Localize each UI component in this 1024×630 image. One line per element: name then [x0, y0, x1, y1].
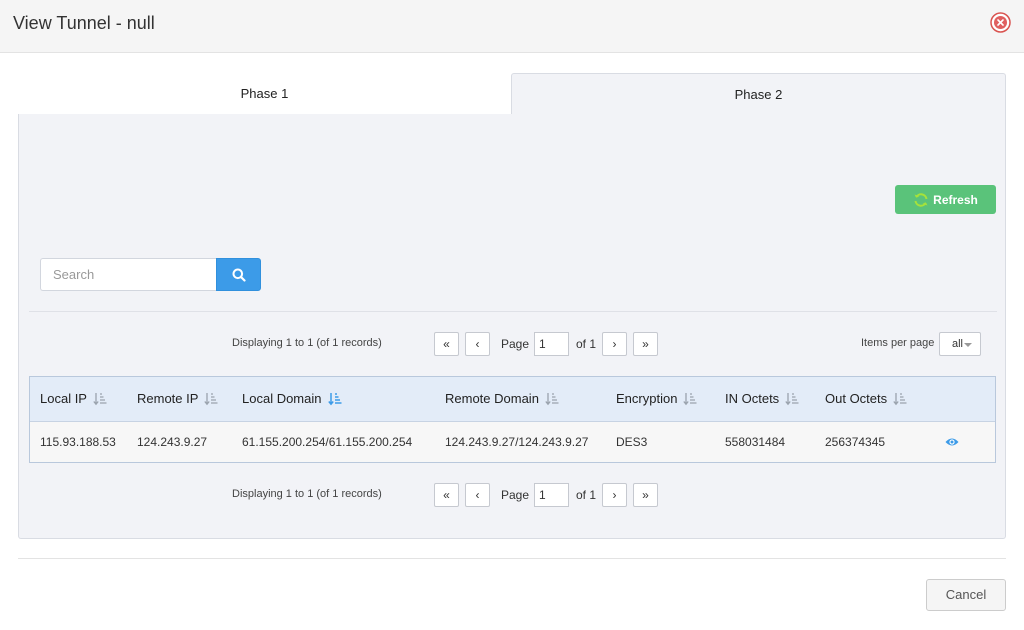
prev-page-button[interactable]: ‹ — [465, 332, 490, 356]
dialog-header: View Tunnel - null — [0, 0, 1024, 53]
first-page-button[interactable]: « — [434, 332, 459, 356]
footer-divider — [18, 558, 1006, 559]
column-header-local-ip[interactable]: Local IP — [40, 391, 107, 406]
column-header-remote-domain[interactable]: Remote Domain — [445, 391, 559, 406]
column-header-out-octets[interactable]: Out Octets — [825, 391, 907, 406]
search-icon — [232, 268, 246, 282]
eye-icon[interactable] — [945, 436, 959, 448]
cell-out-octets: 256374345 — [825, 435, 886, 449]
tab-bar: Phase 1 Phase 2 — [18, 73, 1006, 116]
cell-local-domain: 61.155.200.254/61.155.200.254 — [242, 435, 413, 449]
column-label: Local Domain — [242, 391, 322, 406]
sort-icon — [545, 392, 559, 405]
tab-phase-1[interactable]: Phase 1 — [18, 73, 511, 115]
refresh-icon — [914, 192, 928, 207]
records-display-text: Displaying 1 to 1 (of 1 records) — [232, 337, 382, 349]
refresh-label: Refresh — [933, 192, 978, 207]
sort-icon-active — [327, 392, 341, 405]
cancel-button[interactable]: Cancel — [926, 579, 1006, 611]
cell-encryption: DES3 — [616, 435, 648, 449]
sort-icon — [893, 392, 907, 405]
close-icon[interactable] — [990, 12, 1011, 33]
first-page-button[interactable]: « — [434, 483, 459, 507]
column-label: Local IP — [40, 391, 87, 406]
prev-page-button[interactable]: ‹ — [465, 483, 490, 507]
tab-phase-2[interactable]: Phase 2 — [511, 73, 1006, 116]
cell-in-octets: 558031484 — [725, 435, 786, 449]
table-header: Local IP Remote IP Local Domain Remote D… — [30, 377, 995, 422]
chevron-down-icon — [964, 343, 972, 347]
page-number-input[interactable] — [534, 483, 569, 507]
table-row[interactable]: 115.93.188.53 124.243.9.27 61.155.200.25… — [30, 422, 995, 462]
column-label: Encryption — [616, 391, 678, 406]
last-page-button[interactable]: » — [633, 332, 658, 356]
last-page-button[interactable]: » — [633, 483, 658, 507]
tunnel-table: Local IP Remote IP Local Domain Remote D… — [29, 376, 996, 463]
page-label: Page — [501, 337, 530, 351]
items-per-page-label: Items per page — [861, 337, 935, 349]
refresh-button[interactable]: Refresh — [895, 185, 996, 214]
records-display-text: Displaying 1 to 1 (of 1 records) — [232, 488, 382, 500]
column-header-local-domain[interactable]: Local Domain — [242, 391, 342, 406]
column-label: IN Octets — [725, 391, 780, 406]
cell-remote-domain: 124.243.9.27/124.243.9.27 — [445, 435, 589, 449]
page-number-input[interactable] — [534, 332, 569, 356]
phase-2-panel: Refresh Displaying 1 to 1 (of 1 records)… — [18, 114, 1006, 539]
sort-icon — [93, 392, 107, 405]
column-label: Remote IP — [137, 391, 199, 406]
divider — [29, 311, 997, 312]
pager-bottom: Displaying 1 to 1 (of 1 records) « ‹ Pag… — [19, 482, 1007, 508]
items-per-page-value: all — [952, 338, 964, 350]
sort-icon — [683, 392, 697, 405]
page-count-label: of 1 — [576, 488, 597, 502]
sort-icon — [204, 392, 218, 405]
pager-top: Displaying 1 to 1 (of 1 records) « ‹ Pag… — [19, 331, 1007, 357]
column-header-in-octets[interactable]: IN Octets — [725, 391, 799, 406]
column-header-remote-ip[interactable]: Remote IP — [137, 391, 218, 406]
cell-local-ip: 115.93.188.53 — [40, 435, 116, 449]
search-button[interactable] — [216, 258, 261, 291]
column-label: Remote Domain — [445, 391, 539, 406]
page-count-label: of 1 — [576, 337, 597, 351]
cell-remote-ip: 124.243.9.27 — [137, 435, 208, 449]
next-page-button[interactable]: › — [602, 483, 627, 507]
next-page-button[interactable]: › — [602, 332, 627, 356]
column-label: Out Octets — [825, 391, 888, 406]
dialog-title: View Tunnel - null — [13, 13, 155, 33]
search-input[interactable] — [40, 258, 217, 291]
column-header-encryption[interactable]: Encryption — [616, 391, 697, 406]
sort-icon — [785, 392, 799, 405]
items-per-page-select[interactable]: all — [939, 332, 981, 356]
page-label: Page — [501, 488, 530, 502]
